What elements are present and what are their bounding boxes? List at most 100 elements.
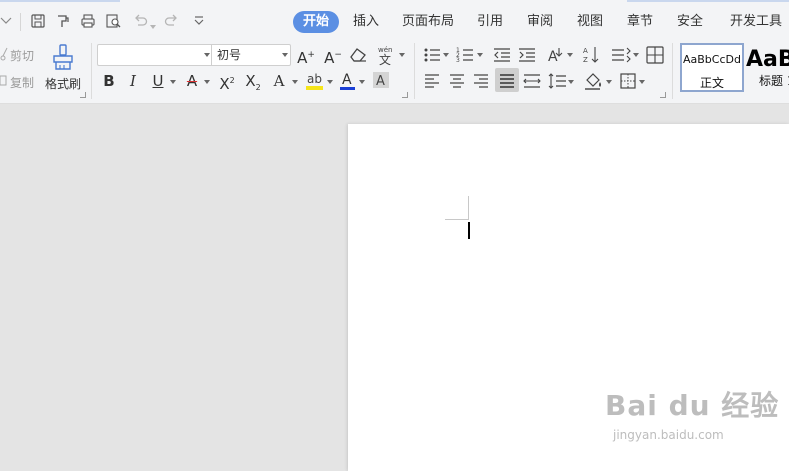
svg-text:文: 文 — [379, 52, 391, 66]
font-size-select[interactable]: 初号 — [212, 44, 291, 66]
strikethrough-dropdown-icon[interactable] — [204, 80, 210, 84]
style-heading-label: 标题 1 — [759, 74, 789, 88]
redo-icon[interactable] — [163, 12, 181, 30]
watermark-url: jingyan.baidu.com — [613, 428, 724, 442]
chevron-down-icon — [204, 53, 210, 57]
format-painter-small-icon[interactable] — [54, 12, 72, 30]
tab-references[interactable]: 引用 — [477, 11, 503, 33]
italic-icon[interactable]: I — [126, 71, 140, 91]
underline-icon[interactable]: U — [150, 71, 166, 91]
subscript-icon[interactable]: X2 — [244, 71, 262, 98]
font-launcher-icon[interactable] — [402, 92, 408, 98]
highlight-dropdown-icon[interactable] — [327, 80, 333, 84]
margin-corner-mark — [468, 196, 469, 220]
ribbon-home: 剪切 复制 格式刷 初号 A+ A− wén 文 B I U A X2 X2 A … — [0, 38, 789, 104]
tab-insert[interactable]: 插入 — [353, 11, 379, 33]
tab-review[interactable]: 审阅 — [527, 11, 553, 33]
decrease-indent-icon[interactable] — [493, 46, 511, 64]
align-center-icon[interactable] — [449, 73, 465, 89]
chevron-down-icon[interactable] — [0, 12, 12, 30]
divider — [91, 43, 92, 99]
font-color-icon[interactable]: A — [339, 70, 357, 92]
watermark: Bai du 经验 jingyan.baidu.com — [605, 384, 789, 454]
watermark-logo: Bai du 经验 — [605, 389, 780, 422]
doc-tab-indicator — [627, 0, 789, 2]
copy-button[interactable]: 复制 — [10, 74, 34, 91]
print-icon[interactable] — [79, 12, 97, 30]
doc-tab-indicator — [0, 0, 120, 2]
paragraph-spacing-icon[interactable] — [548, 72, 566, 90]
align-right-icon[interactable] — [473, 73, 489, 89]
svg-text:ab: ab — [307, 72, 322, 86]
sort-icon[interactable]: AZ — [583, 45, 601, 65]
format-painter-icon[interactable] — [51, 43, 75, 71]
bold-icon[interactable]: B — [101, 71, 117, 91]
tab-chapter[interactable]: 章节 — [627, 11, 653, 33]
tab-view[interactable]: 视图 — [577, 11, 603, 33]
svg-text:Z: Z — [583, 56, 588, 64]
style-normal-label: 正文 — [699, 76, 724, 90]
svg-text:A: A — [342, 72, 352, 88]
format-painter-button[interactable]: 格式刷 — [45, 75, 81, 92]
tab-page-layout[interactable]: 页面布局 — [402, 11, 454, 33]
font-size-value: 初号 — [217, 48, 242, 62]
margin-corner-mark — [445, 219, 469, 220]
style-normal-sample: AaBbCcDd — [683, 53, 741, 66]
char-shading-icon[interactable]: A — [372, 71, 390, 89]
print-preview-icon[interactable] — [104, 12, 122, 30]
tab-home[interactable]: 开始 — [293, 11, 340, 33]
bullet-list-icon[interactable] — [423, 46, 441, 64]
increase-indent-icon[interactable] — [518, 46, 536, 64]
divider — [672, 43, 673, 99]
text-direction-dropdown-icon[interactable] — [567, 53, 573, 57]
font-color-dropdown-icon[interactable] — [359, 80, 365, 84]
undo-icon[interactable] — [131, 12, 149, 30]
borders-dropdown-icon[interactable] — [639, 80, 645, 84]
svg-text:3: 3 — [456, 57, 460, 64]
highlight-icon[interactable]: ab — [305, 70, 325, 92]
text-direction-icon[interactable]: A — [545, 45, 565, 65]
bullet-dropdown-icon[interactable] — [443, 53, 449, 57]
text-effect-dropdown-icon[interactable] — [292, 80, 298, 84]
line-spacing-dropdown-icon[interactable] — [633, 53, 639, 57]
tab-developer-tools[interactable]: 开发工具 — [730, 11, 782, 33]
align-left-icon[interactable] — [424, 73, 440, 89]
shading-fill-icon[interactable] — [584, 72, 604, 90]
font-name-select[interactable] — [97, 44, 212, 66]
shading-dropdown-icon[interactable] — [606, 80, 612, 84]
chevron-down-icon — [282, 53, 288, 57]
justify-icon[interactable] — [499, 73, 515, 89]
paragraph-launcher-icon[interactable] — [660, 92, 666, 98]
line-spacing-icon[interactable] — [611, 46, 631, 64]
paragraph-spacing-dropdown-icon[interactable] — [568, 80, 574, 84]
tab-security[interactable]: 安全 — [677, 11, 703, 33]
clipboard-launcher-icon[interactable] — [80, 92, 86, 98]
strikethrough-icon[interactable]: A — [183, 71, 201, 91]
borders-icon[interactable] — [620, 73, 636, 89]
divider — [20, 13, 21, 31]
style-heading-sample: AaB — [746, 47, 789, 72]
underline-dropdown-icon[interactable] — [170, 80, 176, 84]
superscript-icon[interactable]: X2 — [218, 71, 236, 94]
menu-tab-bar: 开始 插入 页面布局 引用 审阅 视图 章节 安全 开发工具 — [0, 4, 789, 38]
grow-font-icon[interactable]: A+ — [297, 45, 315, 68]
phonetic-dropdown-icon[interactable] — [399, 53, 405, 57]
style-normal[interactable]: AaBbCcDd 正文 — [680, 43, 744, 92]
text-effect-icon[interactable]: A — [270, 71, 288, 91]
scissors-icon[interactable] — [0, 47, 8, 61]
undo-dropdown-icon[interactable] — [150, 25, 156, 29]
divider — [414, 43, 415, 99]
clear-format-icon[interactable] — [350, 47, 368, 63]
style-heading-1[interactable]: AaB 标题 1 — [746, 43, 789, 92]
numbered-list-icon[interactable]: 123 — [456, 46, 474, 64]
numbering-dropdown-icon[interactable] — [477, 53, 483, 57]
cut-button[interactable]: 剪切 — [10, 47, 34, 64]
copy-icon[interactable] — [0, 74, 8, 88]
svg-text:A: A — [376, 74, 385, 89]
customize-toolbar-icon[interactable] — [190, 12, 208, 30]
phonetic-guide-icon[interactable]: wén 文 — [376, 44, 398, 66]
distributed-align-icon[interactable] — [523, 73, 541, 89]
table-layout-icon[interactable] — [646, 46, 664, 64]
shrink-font-icon[interactable]: A− — [324, 45, 342, 68]
save-icon[interactable] — [29, 12, 47, 30]
